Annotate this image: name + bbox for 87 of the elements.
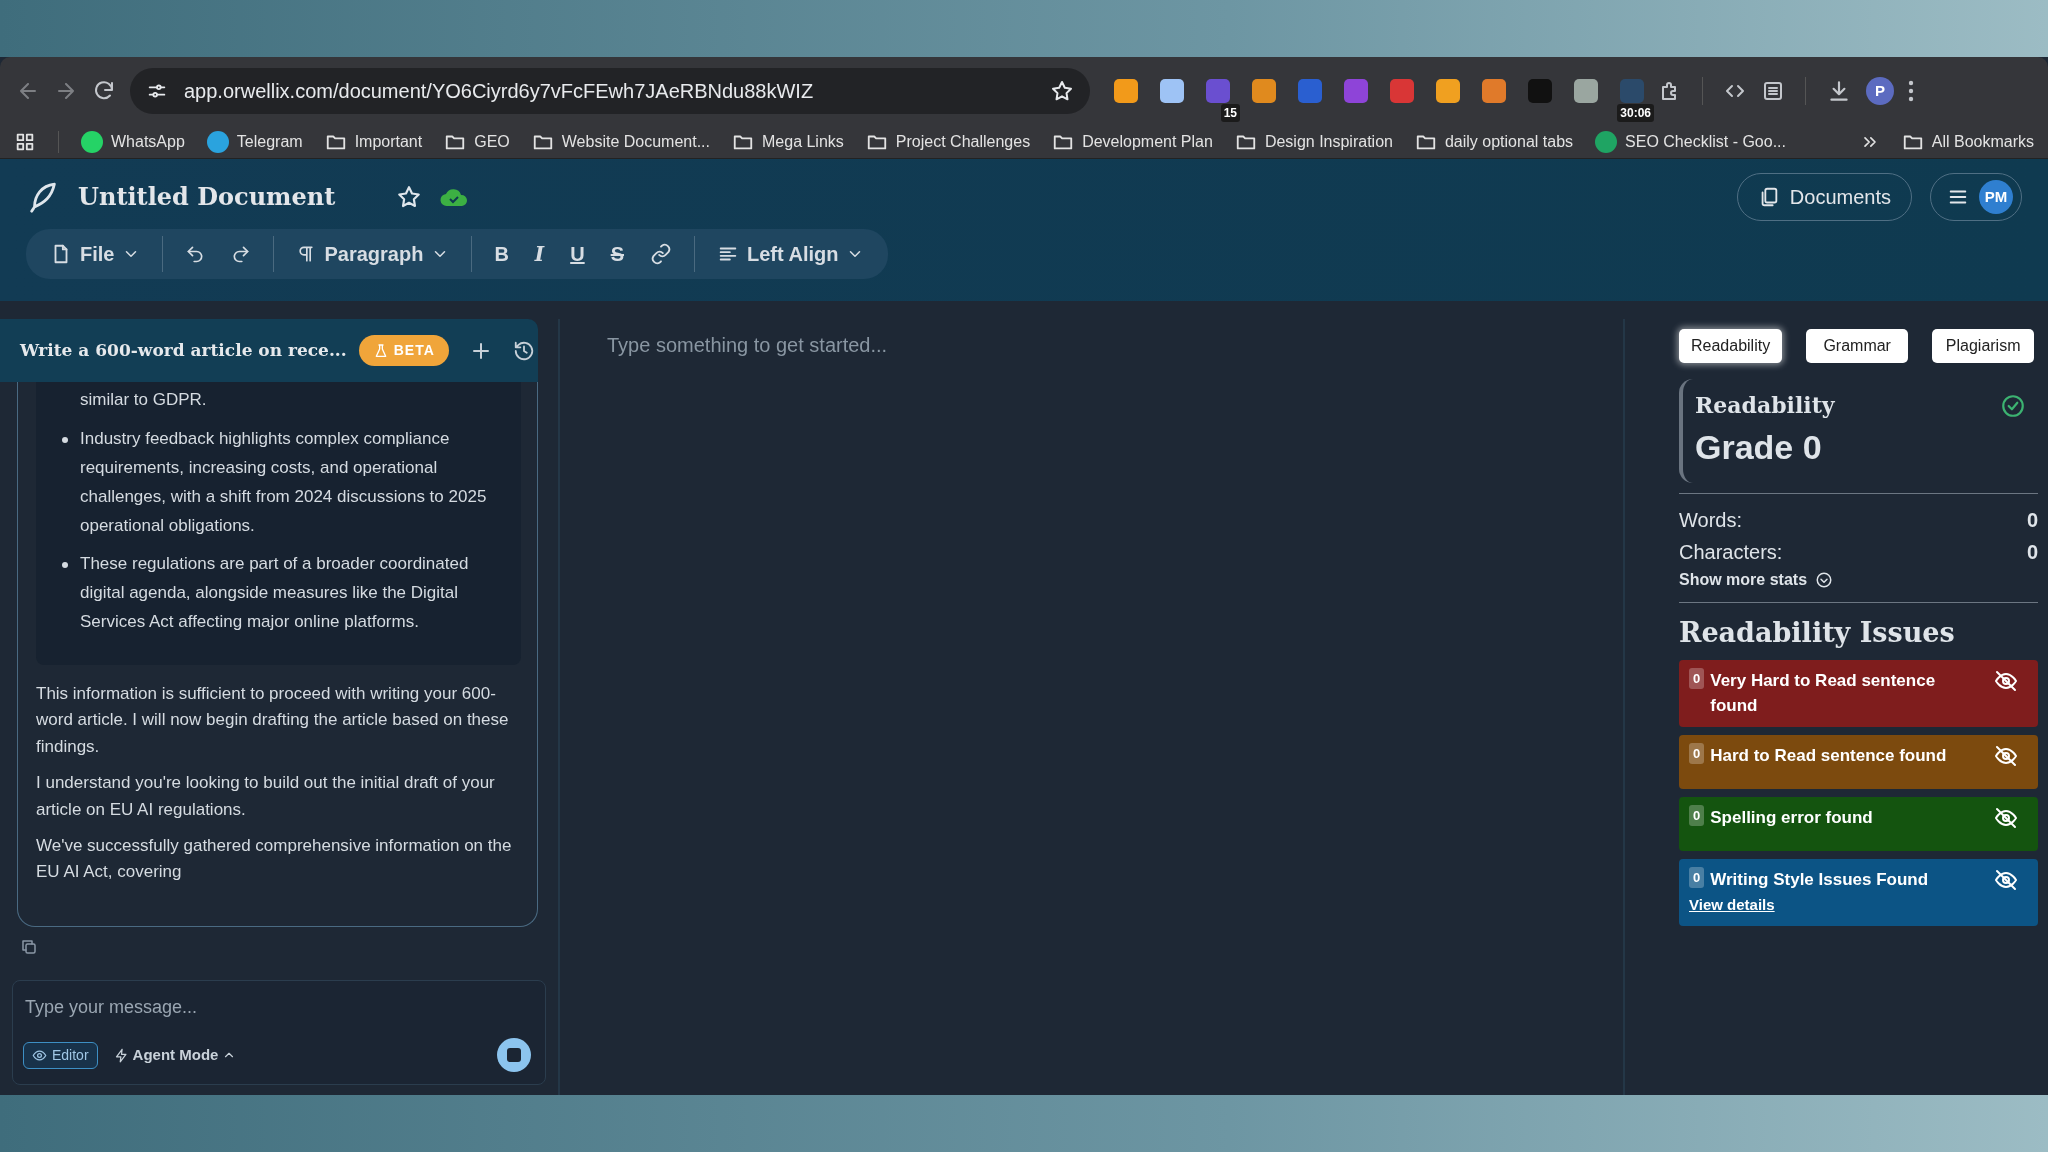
hide-icon[interactable] [1994, 669, 2018, 693]
reading-list-icon[interactable] [1761, 79, 1785, 103]
message-paragraph: I understand you're looking to build out the initial draft of your article on EU AI regulations. [36, 772, 496, 821]
bold-button[interactable]: B [484, 233, 519, 275]
bookmark[interactable]: GEO [444, 129, 510, 154]
issue-label: Very Hard to Read sentence found [1710, 669, 1937, 717]
user-avatar: PM [1979, 180, 2013, 214]
extension-badge: 15 [1220, 104, 1240, 122]
issue-count: 0 [1689, 804, 1705, 826]
extension-icon[interactable] [1574, 79, 1598, 103]
extension-icon[interactable] [1390, 79, 1414, 103]
bookmark[interactable]: SEO Checklist - Goo... [1595, 129, 1786, 154]
card-title: Readability [1695, 391, 1835, 420]
stop-icon [507, 1048, 521, 1062]
chevron-circle-icon [1815, 571, 1834, 589]
link-icon [650, 243, 672, 265]
all-bookmarks[interactable]: All Bookmarks [1901, 129, 2034, 154]
hide-icon[interactable] [1994, 744, 2018, 768]
stop-button[interactable] [497, 1038, 531, 1072]
panel-tab[interactable]: Readability [1679, 329, 1783, 363]
document-title[interactable]: Untitled Document [78, 179, 378, 215]
bookmark-star-icon[interactable] [1050, 79, 1074, 103]
italic-button[interactable]: I [524, 233, 555, 275]
issue-label: Spelling error found [1710, 806, 1873, 829]
bookmark[interactable]: Development Plan [1052, 129, 1213, 154]
bullet-dot [62, 436, 68, 443]
stat-label: Words: [1679, 508, 1742, 533]
strike-button[interactable]: S [600, 233, 634, 275]
extension-icon[interactable] [1252, 79, 1276, 103]
bookmark[interactable]: Project Challenges [865, 129, 1031, 154]
issue-count: 0 [1689, 667, 1705, 689]
message-paragraph: We've successfully gathered comprehensive information on the EU AI Act, covering [36, 834, 513, 884]
stat-value: 0 [2026, 508, 2038, 533]
stat-value: 0 [2026, 540, 2038, 565]
bookmark[interactable]: daily optional tabs [1414, 129, 1574, 154]
panel-tab[interactable]: Plagiarism [1932, 329, 2035, 363]
redo-icon [231, 244, 252, 264]
extension-icon[interactable] [1160, 79, 1184, 103]
chat-title: Write a 600-word article on rece... [20, 338, 347, 362]
show-more-stats-button[interactable]: Show more stats [1679, 568, 1834, 592]
issue-count: 0 [1689, 742, 1705, 764]
lightning-icon [113, 1047, 129, 1063]
file-menu-button[interactable]: File [40, 233, 151, 275]
copy-icon [20, 938, 38, 957]
beta-label: BETA [393, 341, 435, 360]
issue-count: 0 [1689, 866, 1705, 888]
history-icon [512, 340, 535, 363]
bullet-dot [62, 562, 68, 569]
issue-label: Hard to Read sentence found [1710, 744, 1947, 767]
grade-value: Grade 0 [1695, 427, 1823, 468]
eye-icon [32, 1047, 47, 1063]
address-bar[interactable]: app.orwellix.com/document/YO6Ciyrd6y7vFcFEwh7JAeRBNdu88kWIZ [130, 68, 1090, 114]
check-circle-icon [2000, 392, 2026, 419]
more-options-icon[interactable] [1908, 80, 1914, 102]
editor-chip[interactable]: Editor [23, 1041, 98, 1069]
agent-mode-button[interactable]: Agent Mode [113, 1043, 237, 1067]
hide-icon[interactable] [1994, 806, 2018, 830]
bookmark[interactable]: Design Inspiration [1234, 129, 1393, 154]
bookmark[interactable]: Important [324, 129, 423, 154]
profile-avatar[interactable]: P [1866, 77, 1894, 105]
extension-icon[interactable] [1114, 79, 1138, 103]
extension-icon[interactable] [1436, 79, 1460, 103]
paragraph-dropdown[interactable]: Paragraph [286, 233, 460, 275]
stat-label: Characters: [1679, 540, 1783, 565]
editor-input[interactable]: Type something to get started... [605, 329, 1205, 361]
issues-heading: Readability Issues [1679, 616, 1956, 650]
extension-icon[interactable] [1482, 79, 1506, 103]
favorite-star-icon[interactable] [396, 184, 422, 210]
underline-button[interactable]: U [560, 233, 595, 275]
bookmark[interactable]: Telegram [206, 129, 303, 154]
bookmark[interactable]: WhatsApp [81, 129, 185, 154]
cloud-saved-icon [440, 187, 468, 207]
issue-label: Writing Style Issues Found [1710, 868, 1929, 891]
message-paragraph: This information is sufficient to proceed with writing your 600-word article. I will now begin drafting the article based on these findings. [36, 683, 510, 758]
panel-tab[interactable]: Grammar [1806, 329, 1909, 363]
bookmark[interactable]: Website Document... [531, 129, 710, 154]
bullet-text: similar to GDPR. [80, 389, 207, 411]
hide-icon[interactable] [1994, 868, 2018, 892]
bullet-text: Industry feedback highlights complex compliance requirements, increasing costs, and operational challenges, with a shift from 2024 discussions to 2025 operational obligations. [80, 427, 488, 537]
url-text: app.orwellix.com/document/YO6Ciyrd6y7vFcFEwh7JAeRBNdu88kWIZ [184, 79, 815, 104]
message-input[interactable]: Type your message... [23, 993, 531, 1022]
bullet-text: These regulations are part of a broader coordinated digital agenda, alongside measures like the Digital Services Act affecting major online platforms. [80, 553, 470, 634]
view-details-link[interactable]: View details [1689, 896, 1775, 913]
extension-badge: 30:06 [1617, 104, 1654, 122]
align-dropdown[interactable]: Left Align [707, 233, 875, 275]
bookmark[interactable]: Mega Links [732, 129, 844, 154]
message-composer[interactable]: Type your message... Editor Agent Mode [12, 980, 546, 1085]
